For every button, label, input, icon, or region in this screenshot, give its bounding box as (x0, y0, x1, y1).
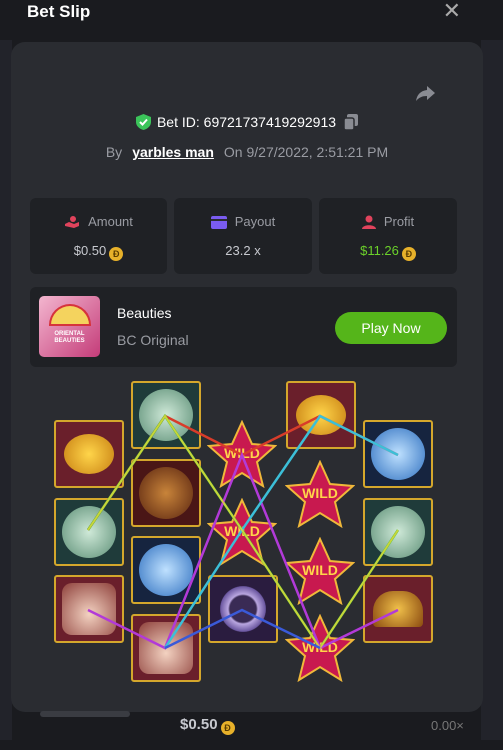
profit-label: Profit (319, 214, 457, 229)
close-icon[interactable]: ✕ (443, 0, 461, 24)
modal-title: Bet Slip (27, 2, 91, 21)
profit-card: Profit $11.26 Ð (319, 198, 457, 274)
on-label: On (223, 144, 243, 160)
amount-card: Amount $0.50 Ð (30, 198, 167, 274)
play-now-button[interactable]: Play Now (335, 312, 447, 344)
amount-hand-icon (65, 216, 80, 228)
copy-icon[interactable] (344, 114, 359, 130)
wallet-icon (210, 216, 227, 229)
bet-author-row: By yarbles man On 9/27/2022, 2:51:21 PM (11, 144, 483, 160)
amount-value: $0.50 Ð (30, 243, 167, 261)
modal-header: Bet Slip ✕ (0, 0, 503, 28)
amount-label: Amount (30, 214, 167, 229)
bet-id-text: Bet ID: 69721737419292913 (156, 114, 337, 130)
share-icon[interactable] (414, 82, 438, 104)
bet-datetime: 9/27/2022, 2:51:21 PM (246, 144, 389, 160)
footer-amount: $0.50 Ð (180, 716, 235, 735)
coin-icon: Ð (109, 247, 124, 261)
game-thumbnail[interactable]: ORIENTAL BEAUTIES (39, 296, 100, 357)
footer-faded-text (40, 711, 130, 717)
footer-multiplier: 0.00× (431, 718, 464, 733)
profit-value: $11.26 Ð (319, 243, 457, 261)
right-backdrop (481, 40, 503, 740)
user-link[interactable]: yarbles man (132, 144, 214, 160)
game-provider: BC Original (117, 332, 189, 348)
game-card: ORIENTAL BEAUTIES Beauties BC Original P… (30, 287, 457, 367)
payout-label: Payout (174, 214, 312, 229)
shield-check-icon (135, 114, 151, 130)
coin-icon: Ð (220, 721, 235, 735)
coin-icon: Ð (401, 247, 416, 261)
by-label: By (105, 144, 123, 160)
payout-card: Payout 23.2 x (174, 198, 312, 274)
fan-icon (49, 304, 91, 326)
profit-user-icon (361, 215, 376, 229)
bet-id-row: Bet ID: 69721737419292913 (11, 114, 483, 130)
payout-value: 23.2 x (225, 243, 261, 258)
bet-slip-panel: Bet ID: 69721737419292913 By yarbles man O… (11, 42, 483, 712)
thumbnail-text: ORIENTAL BEAUTIES (54, 331, 85, 344)
game-name: Beauties (117, 305, 172, 321)
